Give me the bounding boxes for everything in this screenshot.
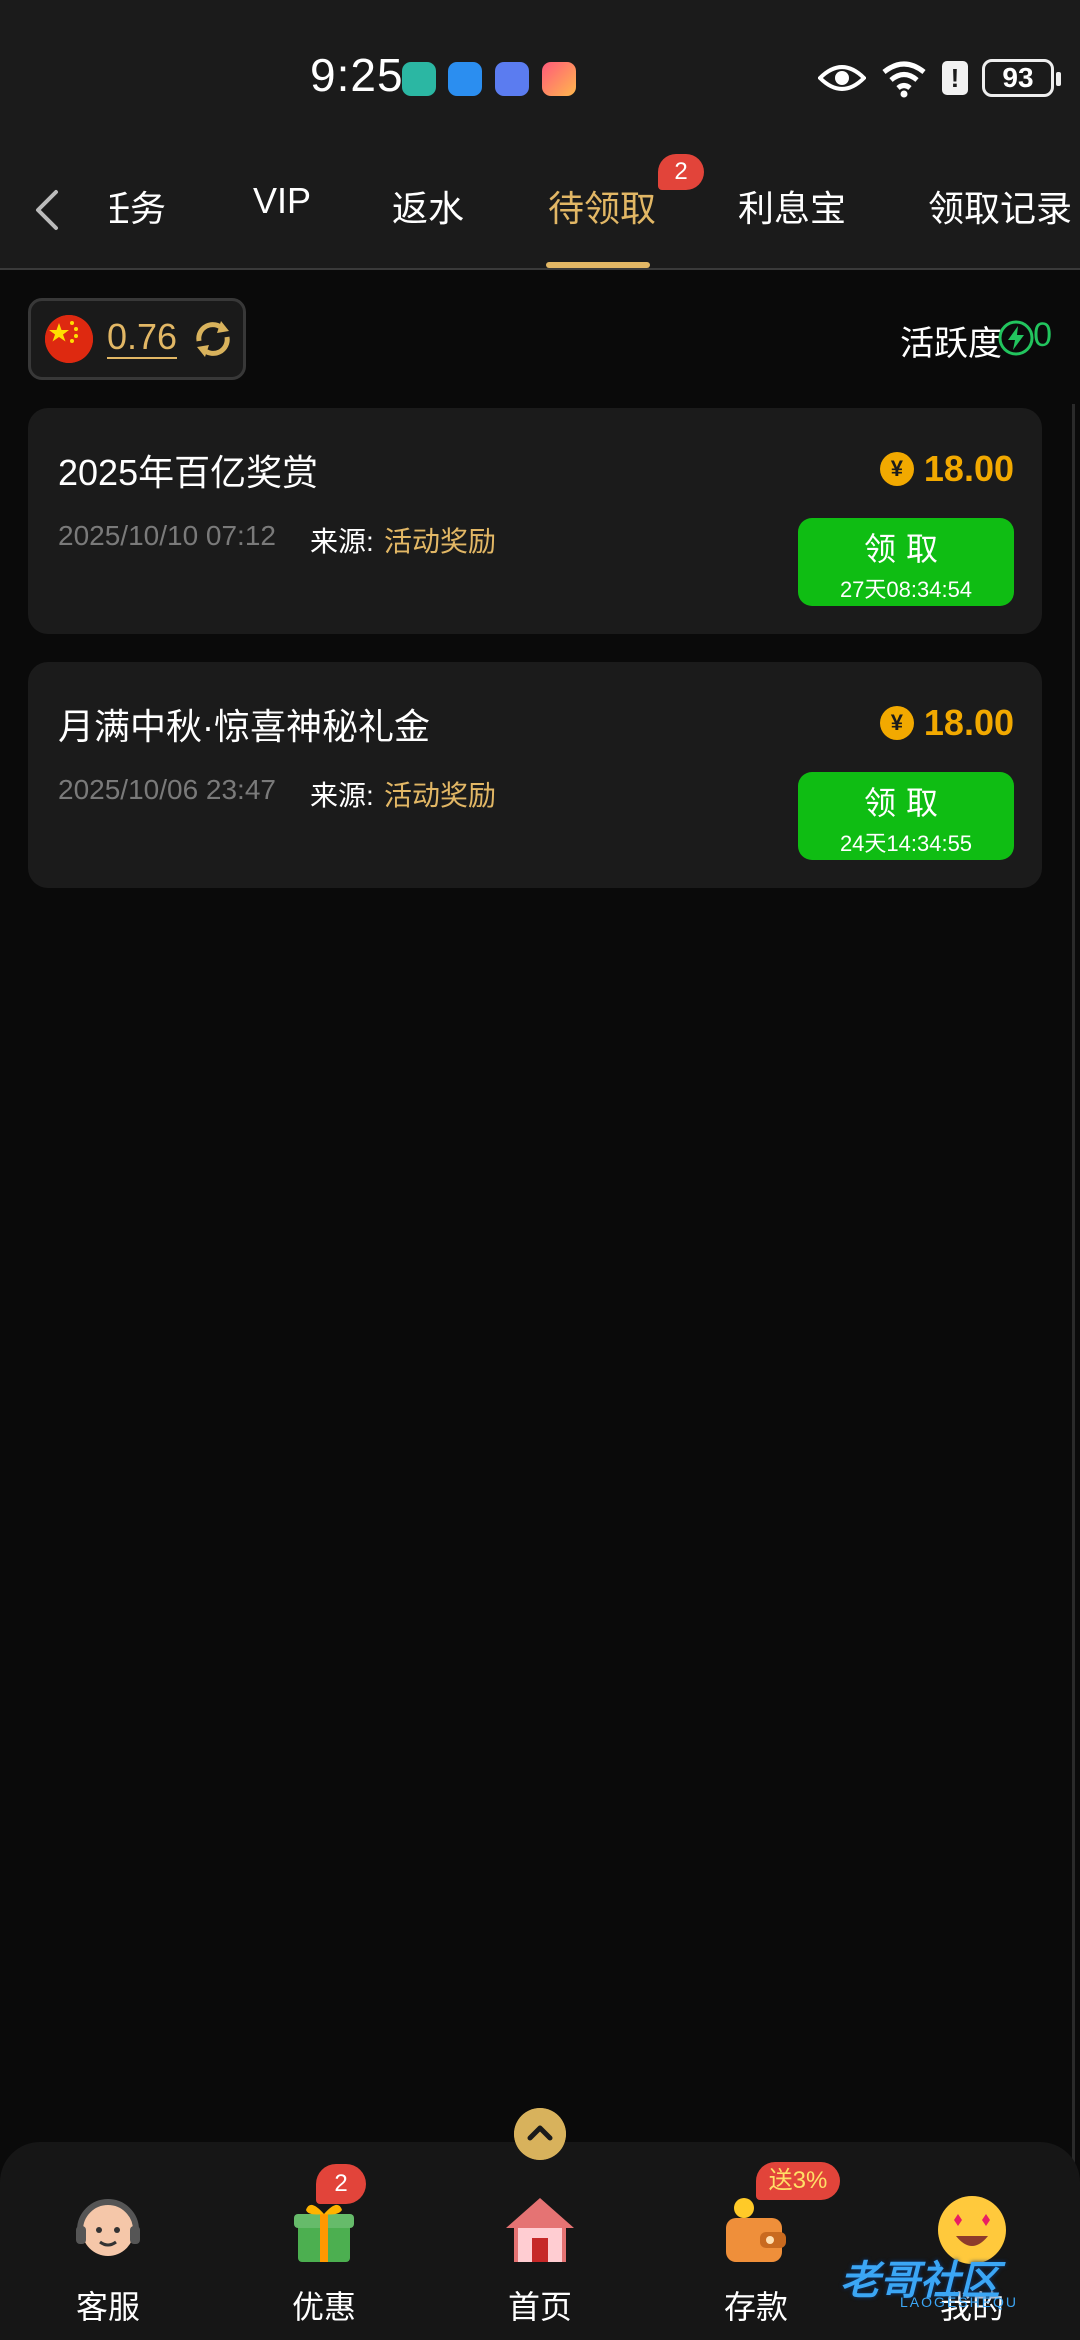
reward-amount-value: 18.00	[923, 448, 1014, 489]
refresh-icon[interactable]	[191, 317, 235, 361]
claim-countdown: 24天14:34:55	[839, 831, 973, 856]
activity-label: 活跃度	[900, 325, 1002, 363]
activity-value: 0	[1033, 316, 1052, 354]
scrollbar[interactable]	[1072, 404, 1075, 2340]
reward-amount-value: 18.00	[923, 702, 1014, 743]
app-notification-icon	[402, 62, 436, 96]
coin-icon: ¥	[879, 706, 914, 740]
nav-item-profile[interactable]: 我的	[882, 2142, 1062, 2340]
reward-source-value: 活动奖励	[384, 526, 497, 557]
balance-pill[interactable]: 0.76	[28, 298, 246, 380]
claim-button-label: 领取	[863, 531, 948, 567]
deposit-promo-badge: 送3%	[756, 2162, 840, 2200]
battery-indicator: 93	[982, 59, 1061, 97]
reward-title: 月满中秋·惊喜神秘礼金	[58, 706, 430, 747]
nav-item-home[interactable]: 首页	[450, 2142, 630, 2340]
nav-label-home: 首页	[507, 2289, 572, 2325]
tab-rebate[interactable]: 返水	[392, 180, 464, 232]
watermark-subtext: LAOGESHEQU	[900, 2294, 1019, 2310]
back-arrow-icon[interactable]	[26, 180, 66, 240]
balance-amount: 0.76	[107, 316, 178, 359]
nav-label-support: 客服	[75, 2289, 140, 2325]
weather-notification-icon	[448, 62, 482, 96]
status-time: 9:25	[310, 49, 404, 101]
eye-icon	[818, 65, 866, 91]
reward-amount: ¥ 18.00	[879, 702, 1014, 744]
scroll-up-icon[interactable]	[514, 2108, 566, 2160]
reward-source-label: 来源:	[310, 526, 374, 557]
wifi-icon	[882, 61, 926, 98]
reward-source-label: 来源:	[310, 780, 374, 811]
nav-label-promotions: 优惠	[291, 2289, 356, 2325]
claim-button-label: 领取	[863, 785, 948, 821]
reward-amount: ¥ 18.00	[879, 448, 1014, 490]
coin-icon: ¥	[879, 452, 914, 486]
tab-badge: 2	[658, 154, 704, 190]
alert-icon: !	[942, 61, 968, 95]
tab-vip[interactable]: VIP	[253, 180, 311, 222]
reward-source-value: 活动奖励	[384, 780, 497, 811]
nav-label-deposit: 存款	[723, 2289, 788, 2325]
tab-claim-history[interactable]: 领取记录	[928, 180, 1072, 232]
tab-bar: 任务 VIP 返水 待领取 利息宝 领取记录	[0, 150, 1080, 270]
promotions-badge: 2	[316, 2164, 366, 2204]
claim-countdown: 27天08:34:54	[839, 577, 973, 602]
active-tab-indicator	[546, 262, 650, 268]
reward-title: 2025年百亿奖赏	[58, 452, 319, 493]
tab-interest[interactable]: 利息宝	[738, 180, 846, 232]
lightning-icon	[998, 320, 1034, 356]
status-bar: 9:25 ! 93	[0, 0, 1080, 150]
support-agent-icon	[76, 2199, 140, 2256]
wallet-icon	[726, 2198, 786, 2262]
reward-date: 2025/10/10 07:12	[58, 520, 276, 551]
claim-button[interactable]: 领取 24天14:34:55	[798, 772, 1014, 860]
nav-item-support[interactable]: 客服	[18, 2142, 198, 2340]
china-flag-icon	[45, 315, 93, 363]
store-notification-icon	[542, 62, 576, 96]
reward-date: 2025/10/06 23:47	[58, 774, 276, 805]
home-icon	[506, 2198, 574, 2262]
reward-card: 2025年百亿奖赏 ¥ 18.00 2025/10/10 07:12 来源: 活…	[28, 408, 1042, 634]
tab-tasks[interactable]: 任务	[110, 180, 166, 232]
claim-button[interactable]: 领取 27天08:34:54	[798, 518, 1014, 606]
bottom-nav: 客服 优惠 首页 存款 我的	[0, 2142, 1080, 2340]
tab-pending-claim[interactable]: 待领取	[548, 180, 656, 232]
music-notification-icon	[495, 62, 529, 96]
reward-card: 月满中秋·惊喜神秘礼金 ¥ 18.00 2025/10/06 23:47 来源:…	[28, 662, 1042, 888]
